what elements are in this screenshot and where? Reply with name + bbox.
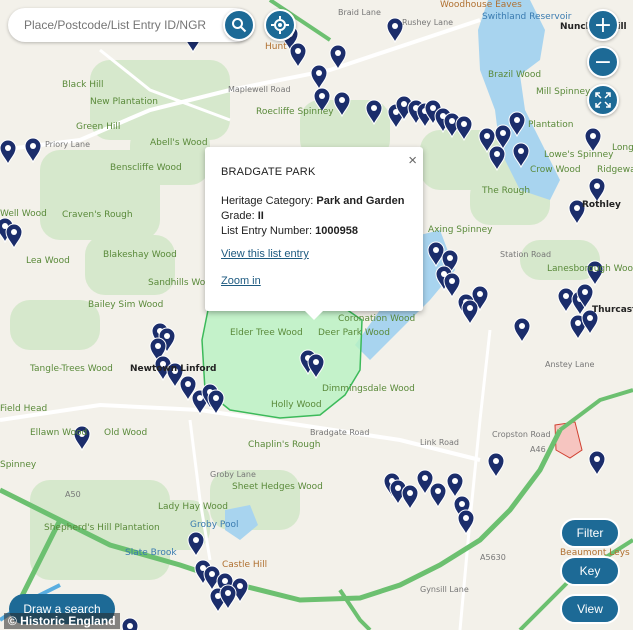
filter-button[interactable]: Filter xyxy=(560,518,620,548)
locate-button[interactable] xyxy=(264,9,296,41)
zoom-in-link[interactable]: Zoom in xyxy=(221,274,407,289)
heritage-marker-icon[interactable] xyxy=(310,64,328,91)
heritage-marker-icon[interactable] xyxy=(429,482,447,509)
search-input[interactable] xyxy=(8,8,253,42)
heritage-marker-icon[interactable] xyxy=(289,42,307,69)
heritage-marker-icon[interactable] xyxy=(187,531,205,558)
heritage-marker-icon[interactable] xyxy=(386,17,404,44)
attribution: © Historic England xyxy=(4,613,120,629)
view-list-entry-link[interactable]: View this list entry xyxy=(221,247,407,262)
search-button[interactable] xyxy=(223,9,255,41)
heritage-marker-icon[interactable] xyxy=(24,137,42,164)
crosshair-icon xyxy=(271,16,289,34)
heritage-marker-icon[interactable] xyxy=(121,617,139,630)
heritage-marker-icon[interactable] xyxy=(401,484,419,511)
category-label: Heritage Category: xyxy=(221,195,314,207)
heritage-marker-icon[interactable] xyxy=(584,127,602,154)
popup-title: BRADGATE PARK xyxy=(221,166,316,178)
heritage-marker-icon[interactable] xyxy=(586,260,604,287)
entry-label: List Entry Number: xyxy=(221,225,313,237)
heritage-marker-icon[interactable] xyxy=(461,299,479,326)
fullscreen-button[interactable] xyxy=(587,84,619,116)
category-value: Park and Garden xyxy=(316,195,405,207)
heritage-marker-icon[interactable] xyxy=(446,472,464,499)
heritage-marker-icon[interactable] xyxy=(487,452,505,479)
info-popup: × BRADGATE PARK Heritage Category: Park … xyxy=(205,147,423,320)
zoom-out-button[interactable]: − xyxy=(587,46,619,78)
heritage-marker-icon[interactable] xyxy=(568,199,586,226)
heritage-marker-icon[interactable] xyxy=(513,317,531,344)
heritage-marker-icon[interactable] xyxy=(0,139,17,166)
grade-label: Grade: xyxy=(221,210,255,222)
zoom-in-button[interactable]: + xyxy=(587,9,619,41)
key-button[interactable]: Key xyxy=(560,556,620,586)
grade-value: II xyxy=(257,210,264,222)
view-button[interactable]: View xyxy=(560,594,620,624)
expand-icon xyxy=(595,92,611,108)
heritage-marker-icon[interactable] xyxy=(588,450,606,477)
search-icon xyxy=(232,18,247,33)
heritage-marker-icon[interactable] xyxy=(581,309,599,336)
woodland xyxy=(30,480,170,580)
woodland xyxy=(10,300,100,350)
heritage-marker-icon[interactable] xyxy=(73,425,91,452)
woodland xyxy=(40,150,160,240)
heritage-marker-icon[interactable] xyxy=(443,272,461,299)
heritage-marker-icon[interactable] xyxy=(5,223,23,250)
heritage-marker-icon[interactable] xyxy=(588,177,606,204)
entry-value: 1000958 xyxy=(315,225,358,237)
close-icon[interactable]: × xyxy=(408,153,417,168)
bradgate-park-boundary xyxy=(201,299,363,419)
listed-area xyxy=(554,421,583,459)
heritage-marker-icon[interactable] xyxy=(457,509,475,536)
woodland xyxy=(85,235,175,295)
